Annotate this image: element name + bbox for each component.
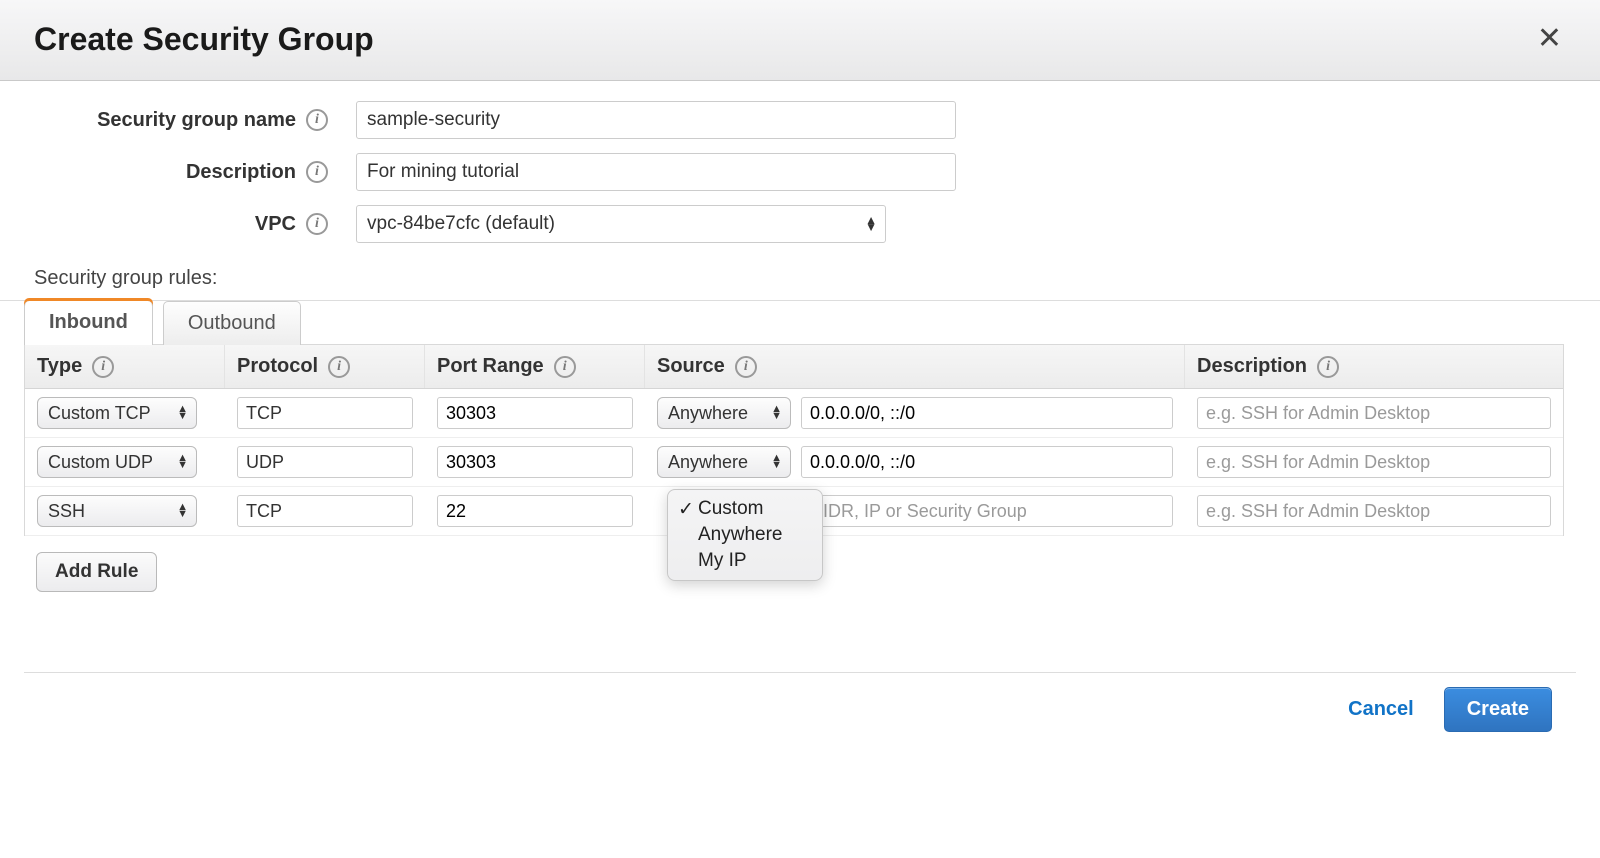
label-description: Description: [24, 161, 296, 184]
rule-source-select[interactable]: Anywhere ▲▼: [657, 397, 791, 429]
label-security-group-name: Security group name: [24, 109, 296, 132]
source-dropdown[interactable]: Custom Anywhere My IP: [667, 489, 823, 581]
rule-source-input[interactable]: [801, 495, 1173, 527]
chevron-updown-icon: ▲▼: [771, 406, 782, 420]
info-icon[interactable]: i: [306, 213, 328, 235]
description-input[interactable]: [356, 153, 956, 191]
rule-description-input[interactable]: [1197, 446, 1551, 478]
chevron-updown-icon: ▲▼: [177, 406, 188, 420]
info-icon[interactable]: i: [306, 161, 328, 183]
create-button[interactable]: Create: [1444, 687, 1552, 732]
info-icon[interactable]: i: [328, 356, 350, 378]
dialog-footer: Cancel Create: [0, 687, 1600, 772]
info-icon[interactable]: i: [92, 356, 114, 378]
rule-source-input[interactable]: [801, 446, 1173, 478]
chevron-updown-icon: ▲▼: [771, 455, 782, 469]
chevron-updown-icon: ▲▼: [865, 217, 877, 231]
info-icon[interactable]: i: [735, 356, 757, 378]
rule-protocol: [237, 495, 413, 527]
rule-row: SSH ▲▼ Custom ▲▼ Custom Anywhere My IP: [25, 487, 1563, 536]
add-rule-button[interactable]: Add Rule: [36, 552, 157, 592]
cancel-button[interactable]: Cancel: [1342, 697, 1420, 722]
col-type: Typei: [25, 345, 225, 388]
col-source: Sourcei: [645, 345, 1185, 388]
chevron-updown-icon: ▲▼: [177, 504, 188, 518]
tab-inbound[interactable]: Inbound: [24, 301, 153, 345]
rule-source-input[interactable]: [801, 397, 1173, 429]
rule-description-input[interactable]: [1197, 397, 1551, 429]
vpc-select-value: vpc-84be7cfc (default): [367, 213, 555, 234]
col-port-range: Port Rangei: [425, 345, 645, 388]
security-group-rules-heading: Security group rules:: [0, 267, 1600, 301]
source-option-anywhere[interactable]: Anywhere: [668, 522, 822, 548]
dialog-header: Create Security Group ✕: [0, 0, 1600, 81]
vpc-select[interactable]: vpc-84be7cfc (default) ▲▼: [356, 205, 886, 243]
rule-type-select[interactable]: Custom TCP ▲▼: [37, 397, 197, 429]
source-option-my-ip[interactable]: My IP: [668, 548, 822, 574]
row-vpc: VPC i vpc-84be7cfc (default) ▲▼: [24, 205, 1576, 243]
row-description: Description i: [24, 153, 1576, 191]
rule-description-input[interactable]: [1197, 495, 1551, 527]
info-icon[interactable]: i: [306, 109, 328, 131]
rule-row: Custom UDP ▲▼ Anywhere ▲▼: [25, 438, 1563, 487]
rule-row: Custom TCP ▲▼ Anywhere ▲▼: [25, 389, 1563, 438]
rule-type-select[interactable]: SSH ▲▼: [37, 495, 197, 527]
info-icon[interactable]: i: [554, 356, 576, 378]
form-area: Security group name i Description i VPC …: [0, 81, 1600, 267]
rules-table-header: Typei Protocoli Port Rangei Sourcei Desc…: [25, 345, 1563, 389]
rule-port-input[interactable]: [437, 397, 633, 429]
dialog-title: Create Security Group: [34, 21, 374, 58]
rule-port-input[interactable]: [437, 446, 633, 478]
rule-type-select[interactable]: Custom UDP ▲▼: [37, 446, 197, 478]
security-group-name-input[interactable]: [356, 101, 956, 139]
rule-protocol: [237, 397, 413, 429]
col-description: Descriptioni: [1185, 345, 1563, 388]
footer-separator: [24, 672, 1576, 673]
rule-port-input[interactable]: [437, 495, 633, 527]
rule-source-select[interactable]: Anywhere ▲▼: [657, 446, 791, 478]
tab-outbound[interactable]: Outbound: [163, 301, 301, 345]
col-protocol: Protocoli: [225, 345, 425, 388]
rules-tabs: Inbound Outbound: [0, 300, 1600, 344]
source-option-custom[interactable]: Custom: [668, 496, 822, 522]
chevron-updown-icon: ▲▼: [177, 455, 188, 469]
label-vpc: VPC: [24, 213, 296, 236]
close-icon[interactable]: ✕: [1533, 20, 1566, 58]
row-security-group-name: Security group name i: [24, 101, 1576, 139]
rule-protocol: [237, 446, 413, 478]
info-icon[interactable]: i: [1317, 356, 1339, 378]
rules-table: Typei Protocoli Port Rangei Sourcei Desc…: [24, 344, 1564, 536]
